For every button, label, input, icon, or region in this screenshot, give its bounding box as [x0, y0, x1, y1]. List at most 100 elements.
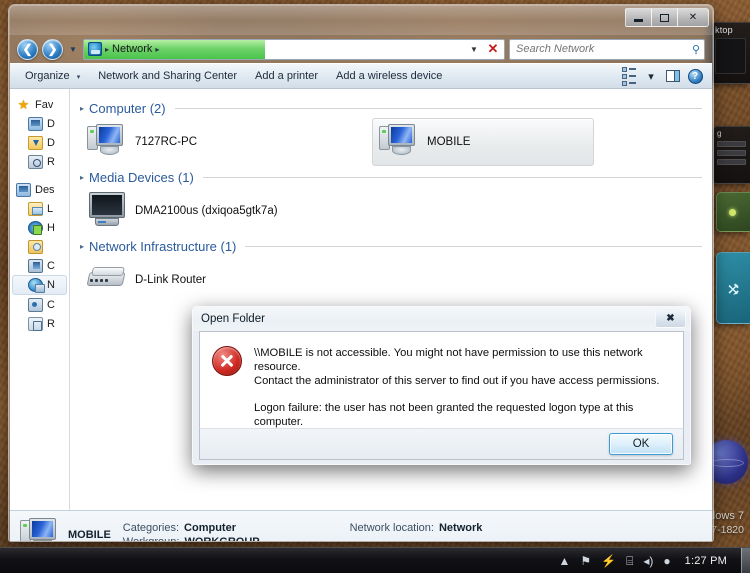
- details-row-workgroup: Workgroup: WORKGROUP: [123, 536, 260, 542]
- address-bar[interactable]: ▸ Network ▸ ▼ ✕: [83, 38, 505, 60]
- list-item-label: D-Link Router: [135, 274, 206, 286]
- dialog-close-button[interactable]: ✖: [655, 309, 686, 328]
- command-toolbar: Organize ▾ Network and Sharing Center Ad…: [10, 63, 712, 89]
- add-a-wireless-device-button[interactable]: Add a wireless device: [327, 67, 451, 85]
- organize-button[interactable]: Organize ▾: [16, 67, 89, 85]
- group-header-media-devices[interactable]: ▸ Media Devices (1): [80, 170, 702, 185]
- sidebar-item-recycle-bin[interactable]: R: [10, 314, 69, 333]
- sidebar-item-recent-places[interactable]: R: [10, 152, 69, 171]
- taskbar: ▲ ⚑ ⚡ ⌸ ◂) ● 1:27 PM: [0, 547, 750, 573]
- group-rule: [245, 246, 702, 247]
- desktop-gadget-feed[interactable]: g: [712, 126, 750, 184]
- chevron-down-icon: ▾: [648, 70, 654, 83]
- show-preview-pane-button[interactable]: [662, 67, 684, 85]
- minimize-button[interactable]: [625, 8, 652, 27]
- back-arrow-icon: ❮: [22, 42, 33, 56]
- collapse-triangle-icon[interactable]: ▸: [80, 104, 84, 113]
- help-button[interactable]: ?: [684, 67, 706, 85]
- sidebar-item-favorites[interactable]: ★ Fav: [10, 95, 69, 114]
- search-box[interactable]: ⚲: [509, 38, 705, 60]
- group-rule: [202, 177, 702, 178]
- sidebar-item-user-folder[interactable]: [10, 237, 69, 256]
- sidebar-item-libraries[interactable]: L: [10, 199, 69, 218]
- desktop-gadget-teal[interactable]: ⚒: [716, 252, 750, 324]
- list-item[interactable]: MOBILE: [372, 118, 594, 166]
- list-item[interactable]: DMA2100us (dxiqoa5gtk7a): [80, 187, 340, 235]
- group-items-computer: 7127RC-PC MOBILE: [80, 118, 702, 166]
- action-center-icon[interactable]: ⚑: [580, 555, 591, 567]
- close-button[interactable]: ✕: [677, 8, 709, 27]
- downloads-folder-icon: [28, 135, 43, 150]
- view-list-icon: [622, 66, 636, 86]
- desktop-icon: [16, 182, 31, 197]
- group-header-computer[interactable]: ▸ Computer (2): [80, 101, 702, 116]
- search-icon: ⚲: [691, 43, 700, 56]
- router-icon: [86, 260, 127, 300]
- error-icon: [212, 346, 242, 376]
- sidebar-item-label: R: [47, 155, 55, 168]
- list-item[interactable]: 7127RC-PC: [80, 118, 294, 166]
- search-input[interactable]: [516, 43, 692, 55]
- back-button[interactable]: ❮: [17, 38, 38, 60]
- chevron-down-icon[interactable]: ▼: [466, 40, 482, 59]
- show-desktop-button[interactable]: [741, 548, 750, 573]
- dialog-titlebar[interactable]: Open Folder ✖: [193, 307, 690, 331]
- gadget-feed-row: [717, 159, 746, 165]
- sidebar-item-label: D: [47, 136, 55, 149]
- network-and-sharing-center-button[interactable]: Network and Sharing Center: [89, 67, 246, 85]
- details-value: Computer: [184, 521, 236, 534]
- add-a-printer-button[interactable]: Add a printer: [246, 67, 327, 85]
- breadcrumb: ▸ Network ▸: [84, 42, 159, 56]
- sidebar-item-homegroup[interactable]: H: [10, 218, 69, 237]
- network-tray-icon[interactable]: ⌸: [626, 555, 633, 567]
- recycle-bin-icon: [28, 316, 43, 331]
- sidebar-item-desktop[interactable]: Des: [10, 180, 69, 199]
- details-fields: Categories: Computer Workgroup: WORKGROU…: [123, 521, 483, 542]
- desktop-gadget-clock[interactable]: ktop: [710, 22, 750, 84]
- sidebar-item-desktop-fav[interactable]: D: [10, 114, 69, 133]
- details-column-left: Categories: Computer Workgroup: WORKGROU…: [123, 521, 260, 542]
- clock[interactable]: 1:27 PM: [681, 555, 735, 567]
- window-titlebar[interactable]: ✕: [9, 5, 713, 35]
- list-item[interactable]: D-Link Router: [80, 256, 294, 304]
- breadcrumb-separator: ▸: [105, 44, 110, 54]
- preview-pane-icon: [666, 70, 680, 82]
- recent-pages-dropdown[interactable]: ▼: [67, 45, 79, 54]
- breadcrumb-separator[interactable]: ▸: [155, 45, 159, 54]
- group-items-media-devices: DMA2100us (dxiqoa5gtk7a): [80, 187, 702, 235]
- help-icon: ?: [687, 68, 703, 84]
- dialog-message-line-1: \\MOBILE is not accessible. You might no…: [254, 347, 643, 373]
- details-column-right: Network location: Network: [350, 522, 483, 542]
- forward-button[interactable]: ❯: [42, 38, 63, 60]
- details-key: Network location:: [349, 521, 434, 534]
- view-dropdown-button[interactable]: ▾: [640, 67, 662, 85]
- group-header-network-infrastructure[interactable]: ▸ Network Infrastructure (1): [80, 239, 702, 254]
- stop-loading-icon[interactable]: ✕: [485, 40, 501, 59]
- sidebar-item-label: D: [47, 117, 55, 130]
- flash-icon[interactable]: ⚡: [601, 555, 616, 567]
- collapse-triangle-icon[interactable]: ▸: [80, 173, 84, 182]
- gadget-feed-row: [717, 141, 746, 147]
- collapse-triangle-icon[interactable]: ▸: [80, 242, 84, 251]
- sidebar-item-computer[interactable]: C: [10, 256, 69, 275]
- gadget-green-indicator: [729, 209, 736, 216]
- desktop-gadget-green[interactable]: [716, 192, 750, 232]
- group-title: Computer (2): [89, 101, 166, 116]
- sidebar-item-label: N: [47, 279, 55, 291]
- sidebar-item-network[interactable]: N: [12, 275, 67, 295]
- volume-icon[interactable]: ◂): [643, 555, 653, 567]
- group-rule: [174, 108, 702, 109]
- update-icon[interactable]: ●: [663, 555, 670, 567]
- show-hidden-icons-icon[interactable]: ▲: [559, 555, 571, 567]
- organize-label: Organize: [25, 70, 70, 82]
- maximize-button[interactable]: [651, 8, 678, 27]
- change-view-button[interactable]: [618, 66, 640, 86]
- details-row-network-location: Network location: Network: [350, 522, 483, 534]
- ok-button[interactable]: OK: [609, 433, 673, 455]
- dialog-footer: OK: [199, 428, 684, 460]
- open-folder-error-dialog: Open Folder ✖ \\MOBILE is not accessible…: [192, 306, 691, 465]
- sidebar-item-downloads[interactable]: D: [10, 133, 69, 152]
- breadcrumb-network[interactable]: Network: [112, 43, 152, 55]
- sidebar-item-control-panel[interactable]: C: [10, 295, 69, 314]
- navigation-pane[interactable]: ★ Fav D D R Des L H C N C R: [10, 89, 70, 510]
